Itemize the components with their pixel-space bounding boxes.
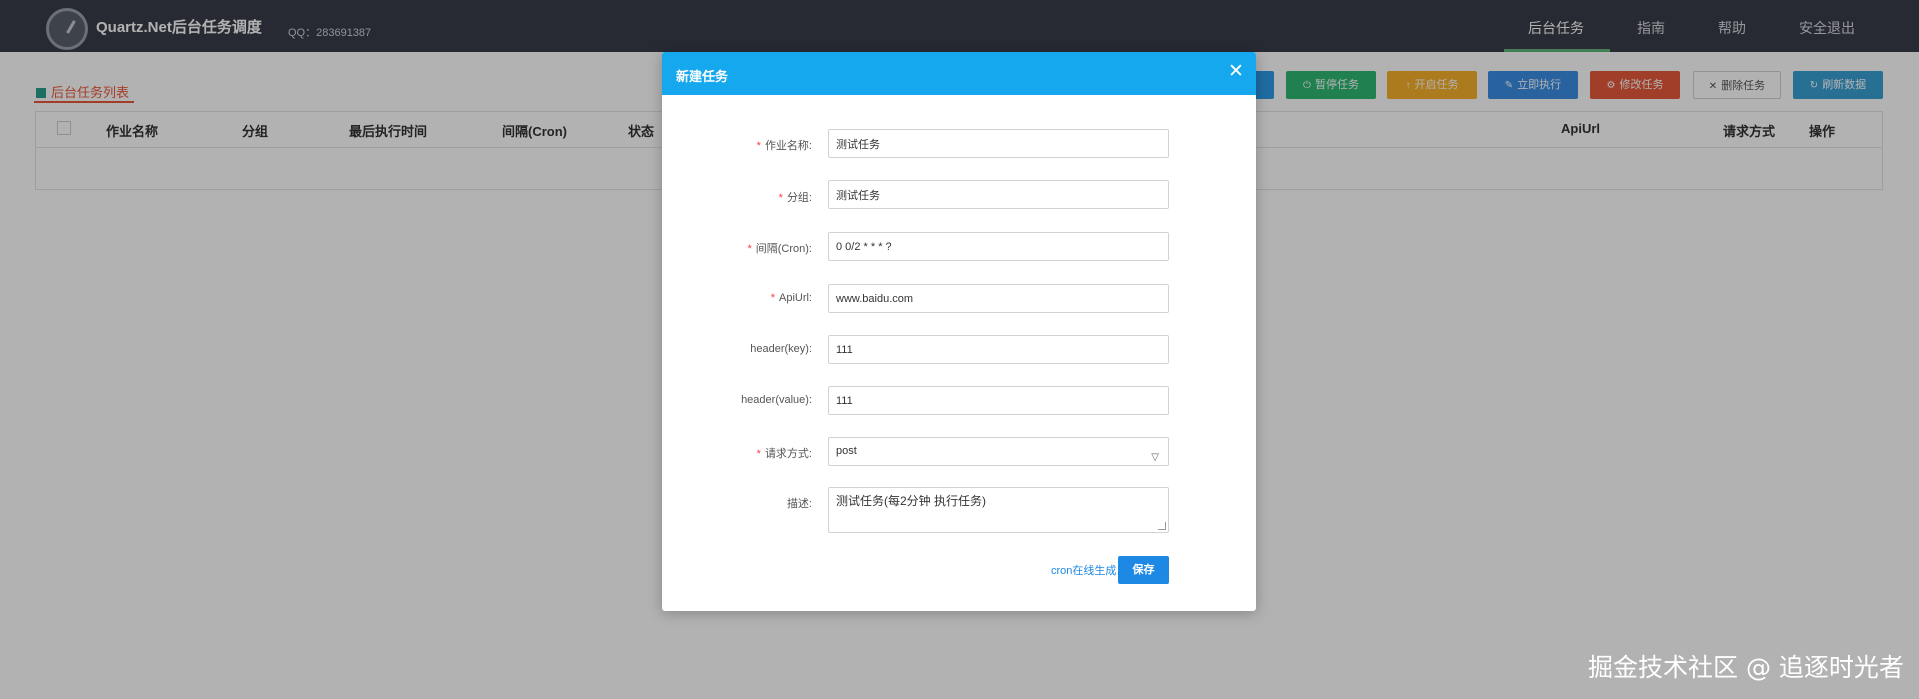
header-key-input[interactable] <box>828 335 1169 364</box>
save-button[interactable]: 保存 <box>1118 556 1169 584</box>
required-asterisk: * <box>747 243 752 255</box>
required-asterisk: * <box>778 192 783 204</box>
dialog-title: 新建任务 <box>676 69 729 84</box>
group-input[interactable] <box>828 180 1169 209</box>
request-method-value: post <box>836 445 857 457</box>
api-url-label: * ApiUrl: <box>770 292 812 304</box>
close-icon[interactable]: ✕ <box>1226 62 1246 82</box>
api-url-input[interactable] <box>828 284 1169 313</box>
required-asterisk: * <box>756 448 761 460</box>
required-asterisk: * <box>770 292 775 304</box>
group-label: * 分组: <box>778 192 812 204</box>
cron-generator-link[interactable]: cron在线生成 <box>1051 562 1116 578</box>
chevron-down-icon: ▽ <box>1151 452 1159 463</box>
dialog-header: 新建任务 ✕ <box>662 52 1256 95</box>
resize-handle-icon[interactable] <box>1158 522 1166 530</box>
header-value-input[interactable] <box>828 386 1169 415</box>
cron-label: * 间隔(Cron): <box>747 243 812 255</box>
cron-input[interactable] <box>828 232 1169 261</box>
description-value: 测试任务(每2分钟 执行任务) <box>836 494 987 508</box>
header-key-label: header(key): <box>750 343 812 355</box>
description-label: 描述: <box>786 498 812 510</box>
request-method-select[interactable]: post ▽ <box>828 437 1169 466</box>
request-method-label: * 请求方式: <box>756 448 812 460</box>
header-value-label: header(value): <box>741 394 812 406</box>
watermark: 掘金技术社区 @ 追逐时光者 <box>1588 653 1904 682</box>
new-task-dialog: 新建任务 ✕ *作业名称: *分组: *间隔(Cron): *ApiUrl: h… <box>662 52 1256 611</box>
description-textarea[interactable]: 测试任务(每2分钟 执行任务) <box>828 487 1169 533</box>
job-name-label: * 作业名称: <box>756 140 812 152</box>
required-asterisk: * <box>756 140 761 152</box>
job-name-input[interactable] <box>828 129 1169 158</box>
